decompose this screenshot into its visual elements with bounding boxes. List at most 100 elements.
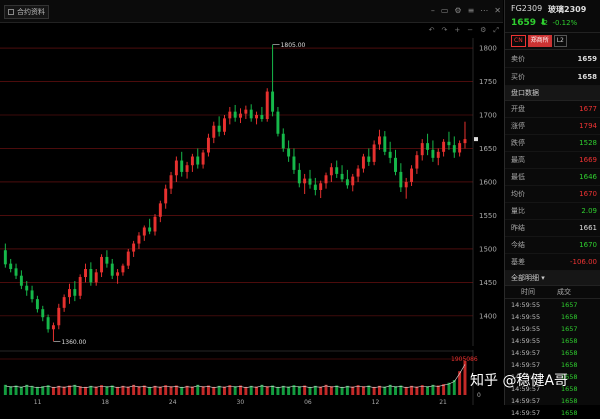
volume-bar xyxy=(297,386,301,395)
tick-price: 1657 xyxy=(561,301,578,309)
candle-body xyxy=(345,179,349,186)
stat-value: 1669 xyxy=(579,156,597,164)
volume-chart[interactable]: 1905086011 18 24 30 06 12 21 xyxy=(0,350,503,405)
bid-price: 1658 xyxy=(577,72,597,81)
tick-row: 14:59:57 1658 xyxy=(505,347,600,359)
candle-body xyxy=(126,251,130,266)
candle-body xyxy=(212,125,216,138)
candle-body xyxy=(452,145,456,153)
candle-body xyxy=(410,168,414,182)
candle-body xyxy=(388,151,392,158)
candle-body xyxy=(164,188,168,204)
candle-body xyxy=(308,178,312,185)
volume-bar xyxy=(447,382,451,395)
orderbook-section-title: 盘口数据 xyxy=(505,86,600,101)
stats-list: 开盘 1677 涨停 1794 跌停 1528 最高 1669 最低 1646 均价 1670 量比 2.… xyxy=(505,101,600,271)
candle-body xyxy=(41,309,45,318)
candle-body xyxy=(142,227,146,236)
volume-bar xyxy=(361,386,365,395)
candle-body xyxy=(340,173,344,180)
candle-body xyxy=(3,250,7,265)
stat-value: 1528 xyxy=(579,139,597,147)
close-icon[interactable]: ✕ xyxy=(494,6,501,15)
restore-icon[interactable]: ▭ xyxy=(441,6,449,15)
volume-bar xyxy=(255,386,259,395)
contract-code: FG2309 xyxy=(511,4,543,13)
x-tick-label: 11 xyxy=(34,399,42,405)
candle-body xyxy=(260,115,264,120)
tick-table: 14:59:55 1657 14:59:55 1658 14:59:55 1657 14:5… xyxy=(505,299,600,419)
candle-body xyxy=(372,144,376,162)
candle-body xyxy=(84,269,87,278)
tick-time: 14:59:57 xyxy=(511,397,541,405)
candle-body xyxy=(223,118,226,132)
volume-bar xyxy=(244,386,248,395)
minimize-icon[interactable]: – xyxy=(431,6,435,15)
candle-body xyxy=(313,184,317,190)
volume-bar xyxy=(383,386,387,395)
volume-bar xyxy=(319,386,323,395)
tick-time: 14:59:57 xyxy=(511,349,541,357)
y-tick-label: 1450 xyxy=(479,279,497,287)
candle-body xyxy=(196,156,200,165)
candle-body xyxy=(121,265,125,273)
back-icon[interactable]: ↶ xyxy=(429,26,435,35)
x-tick-label: 30 xyxy=(237,399,245,405)
zoom-in-icon[interactable]: + xyxy=(454,26,460,35)
chart-toolbar: 合约资料 – ▭ ⚙ ≡ ⋯ ✕ xyxy=(0,0,503,23)
tick-row: 14:59:55 1657 xyxy=(505,299,600,311)
candle-body xyxy=(361,156,365,169)
candle-body xyxy=(415,155,419,169)
tick-time: 14:59:57 xyxy=(511,361,541,369)
ask-row: 卖价 1659 xyxy=(505,50,600,68)
volume-bar xyxy=(351,386,355,395)
tick-price: 1658 xyxy=(561,337,578,345)
more-icon[interactable]: ⋯ xyxy=(480,6,488,15)
stat-label: 基差 xyxy=(511,258,525,266)
candle-body xyxy=(276,111,280,134)
chart-settings-icon[interactable]: ⚙ xyxy=(480,26,486,35)
menu-icon[interactable]: ≡ xyxy=(468,6,475,15)
x-tick-label: 18 xyxy=(101,399,109,405)
volume-bar xyxy=(340,386,344,395)
candle-body xyxy=(116,272,120,276)
candle-body xyxy=(399,171,403,188)
tick-detail-dropdown[interactable]: 全部明细 ▾ xyxy=(505,271,600,286)
candle-body xyxy=(297,169,301,184)
candle-body xyxy=(271,91,275,112)
candle-body xyxy=(255,115,259,119)
chart-sub-toolbar: ↶ ↷ + − ⚙ ⤢ xyxy=(0,26,503,36)
candle-body xyxy=(148,227,152,232)
stat-row: 开盘 1677 xyxy=(505,101,600,118)
y-tick-label: 1500 xyxy=(479,245,497,253)
candle-body xyxy=(73,289,77,296)
tick-row: 14:59:55 1658 xyxy=(505,311,600,323)
candle-body xyxy=(377,136,381,145)
volume-bar xyxy=(62,386,66,395)
candle-body xyxy=(137,235,141,244)
volume-bar xyxy=(442,384,446,395)
stat-value: 1670 xyxy=(579,190,597,198)
x-tick-label: 12 xyxy=(372,399,380,405)
settings-icon[interactable]: ⚙ xyxy=(454,6,461,15)
tick-time: 14:59:55 xyxy=(511,313,541,321)
stat-row: 最高 1669 xyxy=(505,152,600,169)
candle-body xyxy=(158,203,162,217)
expand-icon[interactable]: ⤢ xyxy=(493,26,499,35)
candle-body xyxy=(287,148,291,157)
volume-bar xyxy=(329,386,333,395)
volume-bar xyxy=(116,386,120,395)
contract-info-tab[interactable]: 合约资料 xyxy=(4,5,49,19)
candle-body xyxy=(62,297,66,308)
y-tick-label: 1700 xyxy=(479,112,497,120)
candle-body xyxy=(78,277,82,296)
forward-icon[interactable]: ↷ xyxy=(441,26,447,35)
stat-value: 1661 xyxy=(579,224,597,232)
level-badge[interactable]: L2 xyxy=(553,35,567,47)
ask-label: 卖价 xyxy=(511,54,525,63)
tick-row: 14:59:55 1657 xyxy=(505,323,600,335)
candle-body xyxy=(265,91,269,120)
candle-body xyxy=(25,285,29,291)
candlestick-chart[interactable]: 1800 1750 1700 1650 1600 1550 1500 1450 1400 1805… xyxy=(0,38,503,346)
zoom-out-icon[interactable]: − xyxy=(467,26,473,35)
